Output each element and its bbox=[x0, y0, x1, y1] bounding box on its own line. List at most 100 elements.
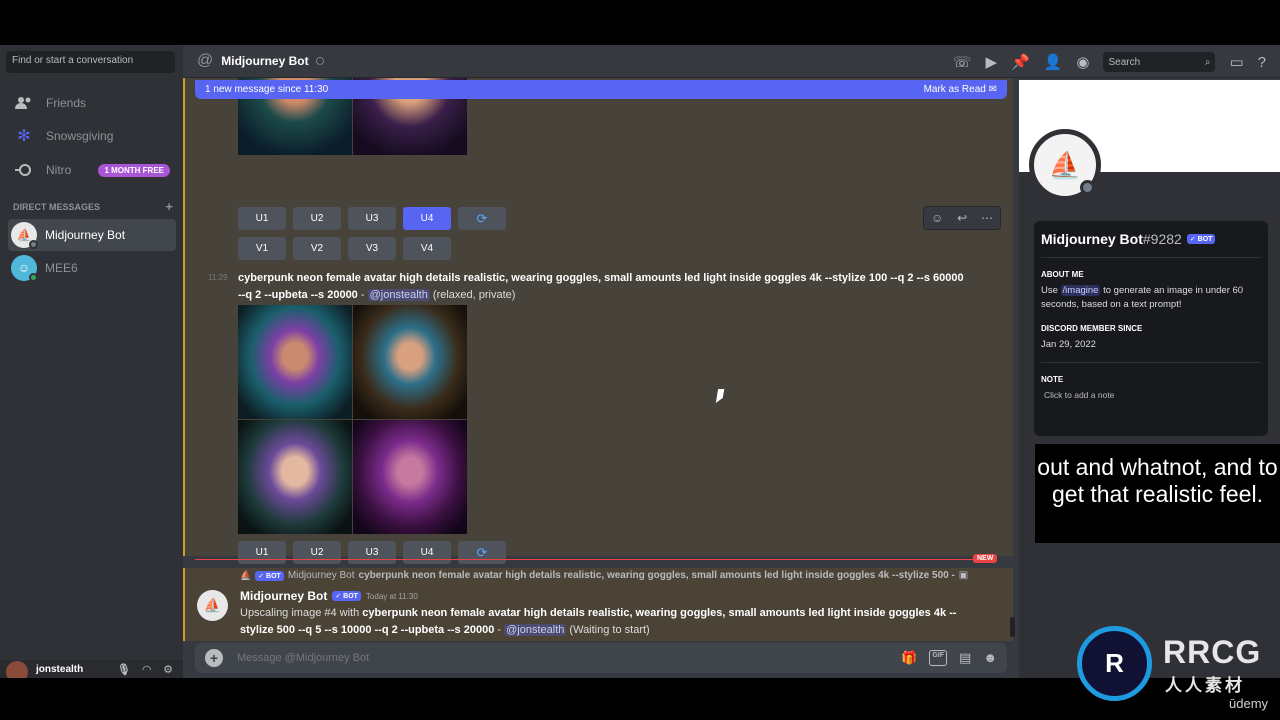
generated-image[interactable] bbox=[238, 305, 352, 419]
emoji-icon[interactable]: ☻ bbox=[983, 650, 997, 666]
bot-tag: ✓ BOT bbox=[1186, 234, 1216, 244]
add-friend-icon[interactable]: 👤 bbox=[1044, 53, 1063, 71]
headphones-icon[interactable]: ◠ bbox=[143, 663, 151, 676]
find-conversation-input[interactable]: Find or start a conversation bbox=[6, 51, 175, 73]
v2-button[interactable]: V2 bbox=[293, 237, 341, 260]
about-text: Use /imagine to generate an image in und… bbox=[1041, 284, 1261, 312]
note-title: NOTE bbox=[1041, 375, 1064, 384]
help-icon[interactable]: ? bbox=[1258, 54, 1266, 71]
watermark: R RRCG 人人素材 bbox=[1077, 626, 1277, 702]
channel-header: @ Midjourney Bot ☏ ▶ 📌 👤 ◉ Search ⌕ ▭ ? bbox=[183, 45, 1280, 78]
dm-sidebar: Find or start a conversation Friends ✻ S… bbox=[0, 45, 183, 678]
nav-friends[interactable]: Friends bbox=[8, 88, 176, 118]
watermark-text: RRCG bbox=[1163, 634, 1262, 670]
nitro-badge: 1 MONTH FREE bbox=[98, 163, 170, 177]
v4-button[interactable]: V4 bbox=[403, 237, 451, 260]
attach-icon[interactable]: + bbox=[205, 649, 223, 667]
new-messages-banner[interactable]: 1 new message since 11:30 Mark as Read ✉ bbox=[195, 80, 1007, 99]
v3-button[interactable]: V3 bbox=[348, 571, 396, 594]
add-dm-icon[interactable]: + bbox=[165, 199, 173, 214]
refresh-icon: ⟳ bbox=[476, 210, 488, 226]
member-since-title: DISCORD MEMBER SINCE bbox=[1041, 324, 1143, 333]
search-placeholder: Search bbox=[1108, 56, 1141, 68]
nav-snowsgiving-label: Snowsgiving bbox=[46, 129, 114, 143]
v4-button[interactable]: V4 bbox=[403, 571, 451, 594]
prompt-text: cyberpunk neon female avatar high detail… bbox=[238, 272, 964, 301]
username: jonstealth bbox=[36, 663, 84, 675]
user-mention[interactable]: @jonstealth bbox=[367, 289, 430, 301]
v3-button[interactable]: V3 bbox=[348, 237, 396, 260]
u1-button[interactable]: U1 bbox=[238, 541, 286, 564]
mark-as-read-label: Mark as Read bbox=[923, 84, 986, 95]
input-placeholder: Message @Midjourney Bot bbox=[237, 652, 370, 664]
generated-image[interactable] bbox=[353, 420, 467, 534]
generated-image[interactable] bbox=[353, 305, 467, 419]
chat-area: 1 new message since 11:30 Mark as Read ✉… bbox=[183, 78, 1013, 641]
gear-icon[interactable]: ⚙ bbox=[163, 663, 173, 676]
at-icon: @ bbox=[197, 52, 214, 69]
reroll-button[interactable]: ⟳ bbox=[458, 541, 506, 564]
v1-button[interactable]: V1 bbox=[238, 237, 286, 260]
v2-button[interactable]: V2 bbox=[293, 571, 341, 594]
variation-buttons: V1 V2 V3 V4 bbox=[238, 237, 451, 260]
u2-button[interactable]: U2 bbox=[293, 541, 341, 564]
gif-icon[interactable]: GIF bbox=[929, 650, 948, 666]
nav-friends-label: Friends bbox=[46, 96, 87, 110]
dm-item-mee6[interactable]: ☺ MEE6 bbox=[8, 252, 176, 284]
mute-icon[interactable]: 🎙 bbox=[117, 663, 131, 676]
profile-name: Midjourney Bot#9282 ✓ BOT bbox=[1041, 231, 1261, 247]
reply-icon[interactable]: ↩ bbox=[957, 211, 967, 225]
u3-button[interactable]: U3 bbox=[348, 207, 396, 230]
message-content: cyberpunk neon female avatar high detail… bbox=[238, 270, 968, 304]
user-profile-panel: ⛵ Midjourney Bot#9282 ✓ BOT ABOUT ME Use… bbox=[1019, 80, 1280, 678]
imagine-command[interactable]: /imagine bbox=[1060, 285, 1101, 296]
call-icon[interactable]: ☏ bbox=[953, 53, 972, 71]
separator: - bbox=[357, 289, 368, 301]
nitro-icon bbox=[14, 160, 34, 180]
watermark-logo-icon: R bbox=[1077, 626, 1152, 701]
page-title: Midjourney Bot bbox=[221, 54, 309, 68]
search-input[interactable]: Search ⌕ bbox=[1103, 52, 1216, 72]
more-icon[interactable]: ⋯ bbox=[981, 211, 993, 225]
add-reaction-icon[interactable]: ☺ bbox=[931, 211, 943, 225]
user-panel: jonstealth 🎙 ◠ ⚙ bbox=[0, 660, 183, 678]
dm-item-midjourney[interactable]: ⛵ Midjourney Bot bbox=[8, 219, 176, 251]
dm-header: DIRECT MESSAGES + bbox=[13, 199, 173, 214]
avatar[interactable] bbox=[6, 661, 28, 678]
nav-nitro[interactable]: Nitro 1 MONTH FREE bbox=[8, 155, 176, 185]
message-suffix: (relaxed, private) bbox=[432, 289, 516, 301]
profile-toggle-icon[interactable]: ◉ bbox=[1076, 53, 1089, 71]
mark-as-read-button[interactable]: Mark as Read ✉ bbox=[924, 84, 997, 95]
u2-button[interactable]: U2 bbox=[293, 207, 341, 230]
profile-username: Midjourney Bot bbox=[1041, 231, 1143, 247]
u4-button[interactable]: U4 bbox=[403, 207, 451, 230]
note-input[interactable]: Click to add a note bbox=[1041, 390, 1261, 400]
pin-icon[interactable]: 📌 bbox=[1011, 53, 1030, 71]
v1-button[interactable]: V1 bbox=[238, 571, 286, 594]
nav-snowsgiving[interactable]: ✻ Snowsgiving bbox=[8, 121, 176, 151]
banner-text: 1 new message since 11:30 bbox=[205, 84, 329, 95]
video-icon[interactable]: ▶ bbox=[985, 53, 997, 71]
refresh-icon: ⟳ bbox=[476, 544, 488, 560]
about-prefix: Use bbox=[1041, 285, 1061, 296]
avatar: ⛵ bbox=[11, 222, 38, 249]
sticker-icon[interactable]: ▤ bbox=[959, 650, 971, 666]
udemy-logo: ūdemy bbox=[1229, 696, 1269, 711]
discord-app: Find or start a conversation Friends ✻ S… bbox=[0, 45, 1280, 678]
status-icon bbox=[1080, 180, 1095, 195]
inbox-icon[interactable]: ▭ bbox=[1229, 53, 1243, 71]
u3-button[interactable]: U3 bbox=[348, 541, 396, 564]
member-since-date: Jan 29, 2022 bbox=[1041, 339, 1096, 350]
chat-scrollbar[interactable] bbox=[1010, 617, 1015, 637]
gift-icon[interactable]: 🎁 bbox=[901, 650, 917, 666]
upscale-buttons: U1 U2 U3 U4 ⟳ bbox=[238, 541, 506, 564]
generated-image[interactable] bbox=[238, 420, 352, 534]
message-input[interactable]: + Message @Midjourney Bot 🎁 GIF ▤ ☻ bbox=[195, 643, 1007, 673]
snowflake-icon: ✻ bbox=[17, 128, 31, 145]
u1-button[interactable]: U1 bbox=[238, 207, 286, 230]
divider bbox=[1041, 362, 1261, 363]
reroll-button[interactable]: ⟳ bbox=[458, 207, 506, 230]
upscale-buttons: U1 U2 U3 U4 ⟳ bbox=[238, 207, 506, 230]
video-subtitle: out and whatnot, and to get that realist… bbox=[1035, 444, 1280, 543]
u4-button[interactable]: U4 bbox=[403, 541, 451, 564]
